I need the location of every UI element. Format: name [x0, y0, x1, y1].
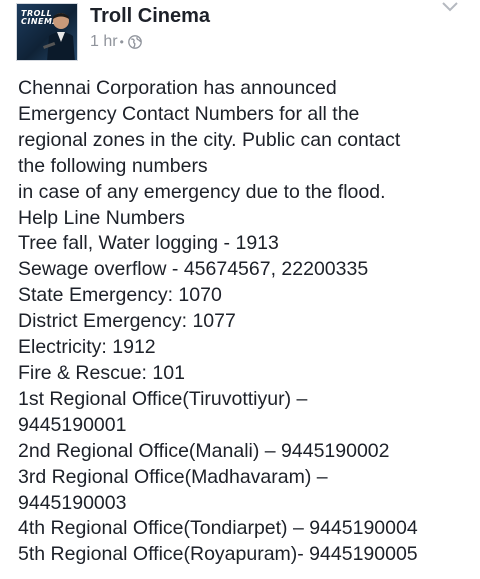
post-text-line: State Emergency: 1070	[18, 284, 222, 307]
post-text-line: 1st Regional Office(Tiruvottiyur) –	[18, 387, 308, 410]
page-name[interactable]: Troll Cinema	[90, 4, 210, 28]
avatar-figure-image	[43, 13, 75, 60]
post-text-line: 2nd Regional Office(Manali) – 9445190002	[18, 439, 390, 462]
post-text-line: 9445190003	[18, 491, 127, 514]
post-text-line: Emergency Contact Numbers for all the	[18, 102, 360, 125]
post-body-text: Chennai Corporation has announced Emerge…	[18, 76, 478, 568]
post-text-line: Chennai Corporation has announced	[18, 77, 337, 99]
meta-separator: •	[119, 35, 124, 49]
post-text-line: 9445190001	[18, 413, 127, 436]
post-text-line: Help Line Numbers	[18, 206, 185, 229]
post-text-line: Electricity: 1912	[18, 336, 156, 359]
post-text-line: District Emergency: 1077	[18, 310, 236, 333]
facebook-post: TROLL CINEMA Troll Cinema 1 hr • Chennai …	[0, 0, 480, 579]
page-avatar[interactable]: TROLL CINEMA	[16, 3, 78, 61]
post-text-line: Fire & Rescue: 101	[18, 361, 185, 384]
post-text-line: regional zones in the city. Public can c…	[18, 128, 401, 151]
post-text-line: Tree fall, Water logging - 1913	[18, 232, 279, 255]
post-timestamp[interactable]: 1 hr	[90, 33, 118, 51]
post-text-line: the following numbers	[18, 154, 208, 177]
globe-icon[interactable]	[127, 35, 142, 49]
post-text-line: in case of any emergency due to the floo…	[18, 180, 386, 203]
post-text-line: 4th Regional Office(Tondiarpet) – 944519…	[18, 517, 418, 540]
post-meta: 1 hr •	[90, 32, 142, 52]
post-text-line: 5th Regional Office(Royapuram)- 94451900…	[18, 543, 418, 566]
chevron-down-icon[interactable]	[440, 0, 460, 14]
post-text-line: Sewage overflow - 45674567, 22200335	[18, 258, 369, 281]
post-text-line: 3rd Regional Office(Madhavaram) –	[18, 465, 328, 488]
